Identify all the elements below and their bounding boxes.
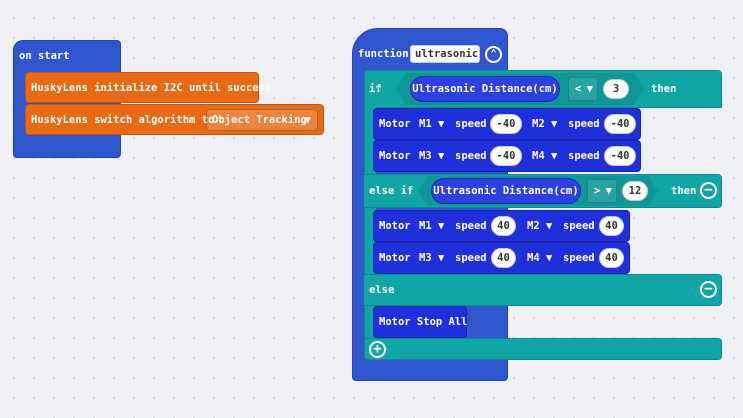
minus-circle-icon[interactable]: − bbox=[700, 281, 717, 298]
caret-down-icon: ▼ bbox=[605, 185, 612, 197]
motor-port-dropdown[interactable]: M2 ▼ bbox=[527, 219, 552, 233]
motor-label: Motor bbox=[379, 150, 411, 162]
speed-input[interactable]: -40 bbox=[604, 114, 636, 134]
speed-label: speed bbox=[455, 118, 487, 130]
ultrasonic-distance-reporter-1[interactable]: Ultrasonic Distance(cm) bbox=[410, 76, 560, 102]
condition1-value: 3 bbox=[612, 83, 620, 95]
function-name: ultrasonic bbox=[415, 48, 479, 60]
algorithm-value: Object Tracking bbox=[212, 114, 307, 126]
then-label-1: then bbox=[651, 83, 677, 95]
speed-label: speed bbox=[455, 220, 487, 232]
then-label-2: then bbox=[671, 185, 697, 197]
speed-input[interactable]: 40 bbox=[491, 248, 516, 268]
operator-dropdown-1[interactable]: < ▼ bbox=[568, 77, 598, 101]
speed-input[interactable]: -40 bbox=[604, 146, 636, 166]
function-label: function bbox=[358, 48, 409, 60]
operator-value-1: < bbox=[575, 83, 582, 95]
chevron-up-icon[interactable]: ⌃ bbox=[485, 46, 502, 63]
speed-input[interactable]: 40 bbox=[491, 216, 516, 236]
motor-port-dropdown[interactable]: M3 ▼ bbox=[419, 251, 444, 265]
caret-down-icon: ▼ bbox=[304, 114, 311, 126]
on-start-label: on start bbox=[19, 50, 70, 62]
speed-label: speed bbox=[568, 150, 600, 162]
algorithm-dropdown[interactable]: Object Tracking ▼ bbox=[206, 109, 318, 131]
motor-port-dropdown[interactable]: M3 ▼ bbox=[419, 149, 444, 163]
speed-label: speed bbox=[563, 252, 595, 264]
speed-input[interactable]: 40 bbox=[599, 248, 624, 268]
motor-label: Motor bbox=[379, 220, 411, 232]
speed-label: speed bbox=[455, 150, 487, 162]
minus-circle-icon[interactable]: − bbox=[700, 182, 717, 199]
speed-input[interactable]: -40 bbox=[490, 114, 522, 134]
condition2-value-input[interactable]: 12 bbox=[622, 181, 648, 201]
speed-input[interactable]: -40 bbox=[490, 146, 522, 166]
operator-value-2: > bbox=[594, 185, 601, 197]
motor-label: Motor bbox=[379, 118, 411, 130]
speed-input[interactable]: 40 bbox=[599, 216, 624, 236]
speed-label: speed bbox=[568, 118, 600, 130]
huskylens-init-label: HuskyLens initialize I2C until success bbox=[31, 82, 272, 94]
motor-port-dropdown[interactable]: M1 ▼ bbox=[419, 219, 444, 233]
motor-port-dropdown[interactable]: M2 ▼ bbox=[532, 117, 557, 131]
reporter-label-1: Ultrasonic Distance(cm) bbox=[412, 83, 558, 95]
speed-label: speed bbox=[563, 220, 595, 232]
function-name-field[interactable]: ultrasonic bbox=[410, 45, 480, 63]
else-arm[interactable] bbox=[364, 274, 722, 306]
speed-label: speed bbox=[455, 252, 487, 264]
operator-dropdown-2[interactable]: > ▼ bbox=[587, 179, 617, 203]
reporter-label-2: Ultrasonic Distance(cm) bbox=[433, 185, 579, 197]
ultrasonic-distance-reporter-2[interactable]: Ultrasonic Distance(cm) bbox=[431, 178, 581, 204]
motor-port-dropdown[interactable]: M1 ▼ bbox=[419, 117, 444, 131]
if-label: if bbox=[369, 83, 382, 95]
motor-stop-all-label: Motor Stop All bbox=[379, 316, 468, 328]
else-if-label: else if bbox=[369, 185, 414, 197]
else-label: else bbox=[369, 284, 395, 296]
condition1-value-input[interactable]: 3 bbox=[603, 79, 629, 99]
huskylens-switch-label: HuskyLens switch algorithm to bbox=[31, 114, 215, 126]
plus-circle-icon[interactable]: + bbox=[369, 341, 386, 358]
if-block-footer bbox=[364, 338, 722, 360]
motor-label: Motor bbox=[379, 252, 411, 264]
caret-down-icon: ▼ bbox=[586, 83, 593, 95]
motor-port-dropdown[interactable]: M4 ▼ bbox=[527, 251, 552, 265]
motor-port-dropdown[interactable]: M4 ▼ bbox=[532, 149, 557, 163]
condition2-value: 12 bbox=[628, 185, 642, 197]
